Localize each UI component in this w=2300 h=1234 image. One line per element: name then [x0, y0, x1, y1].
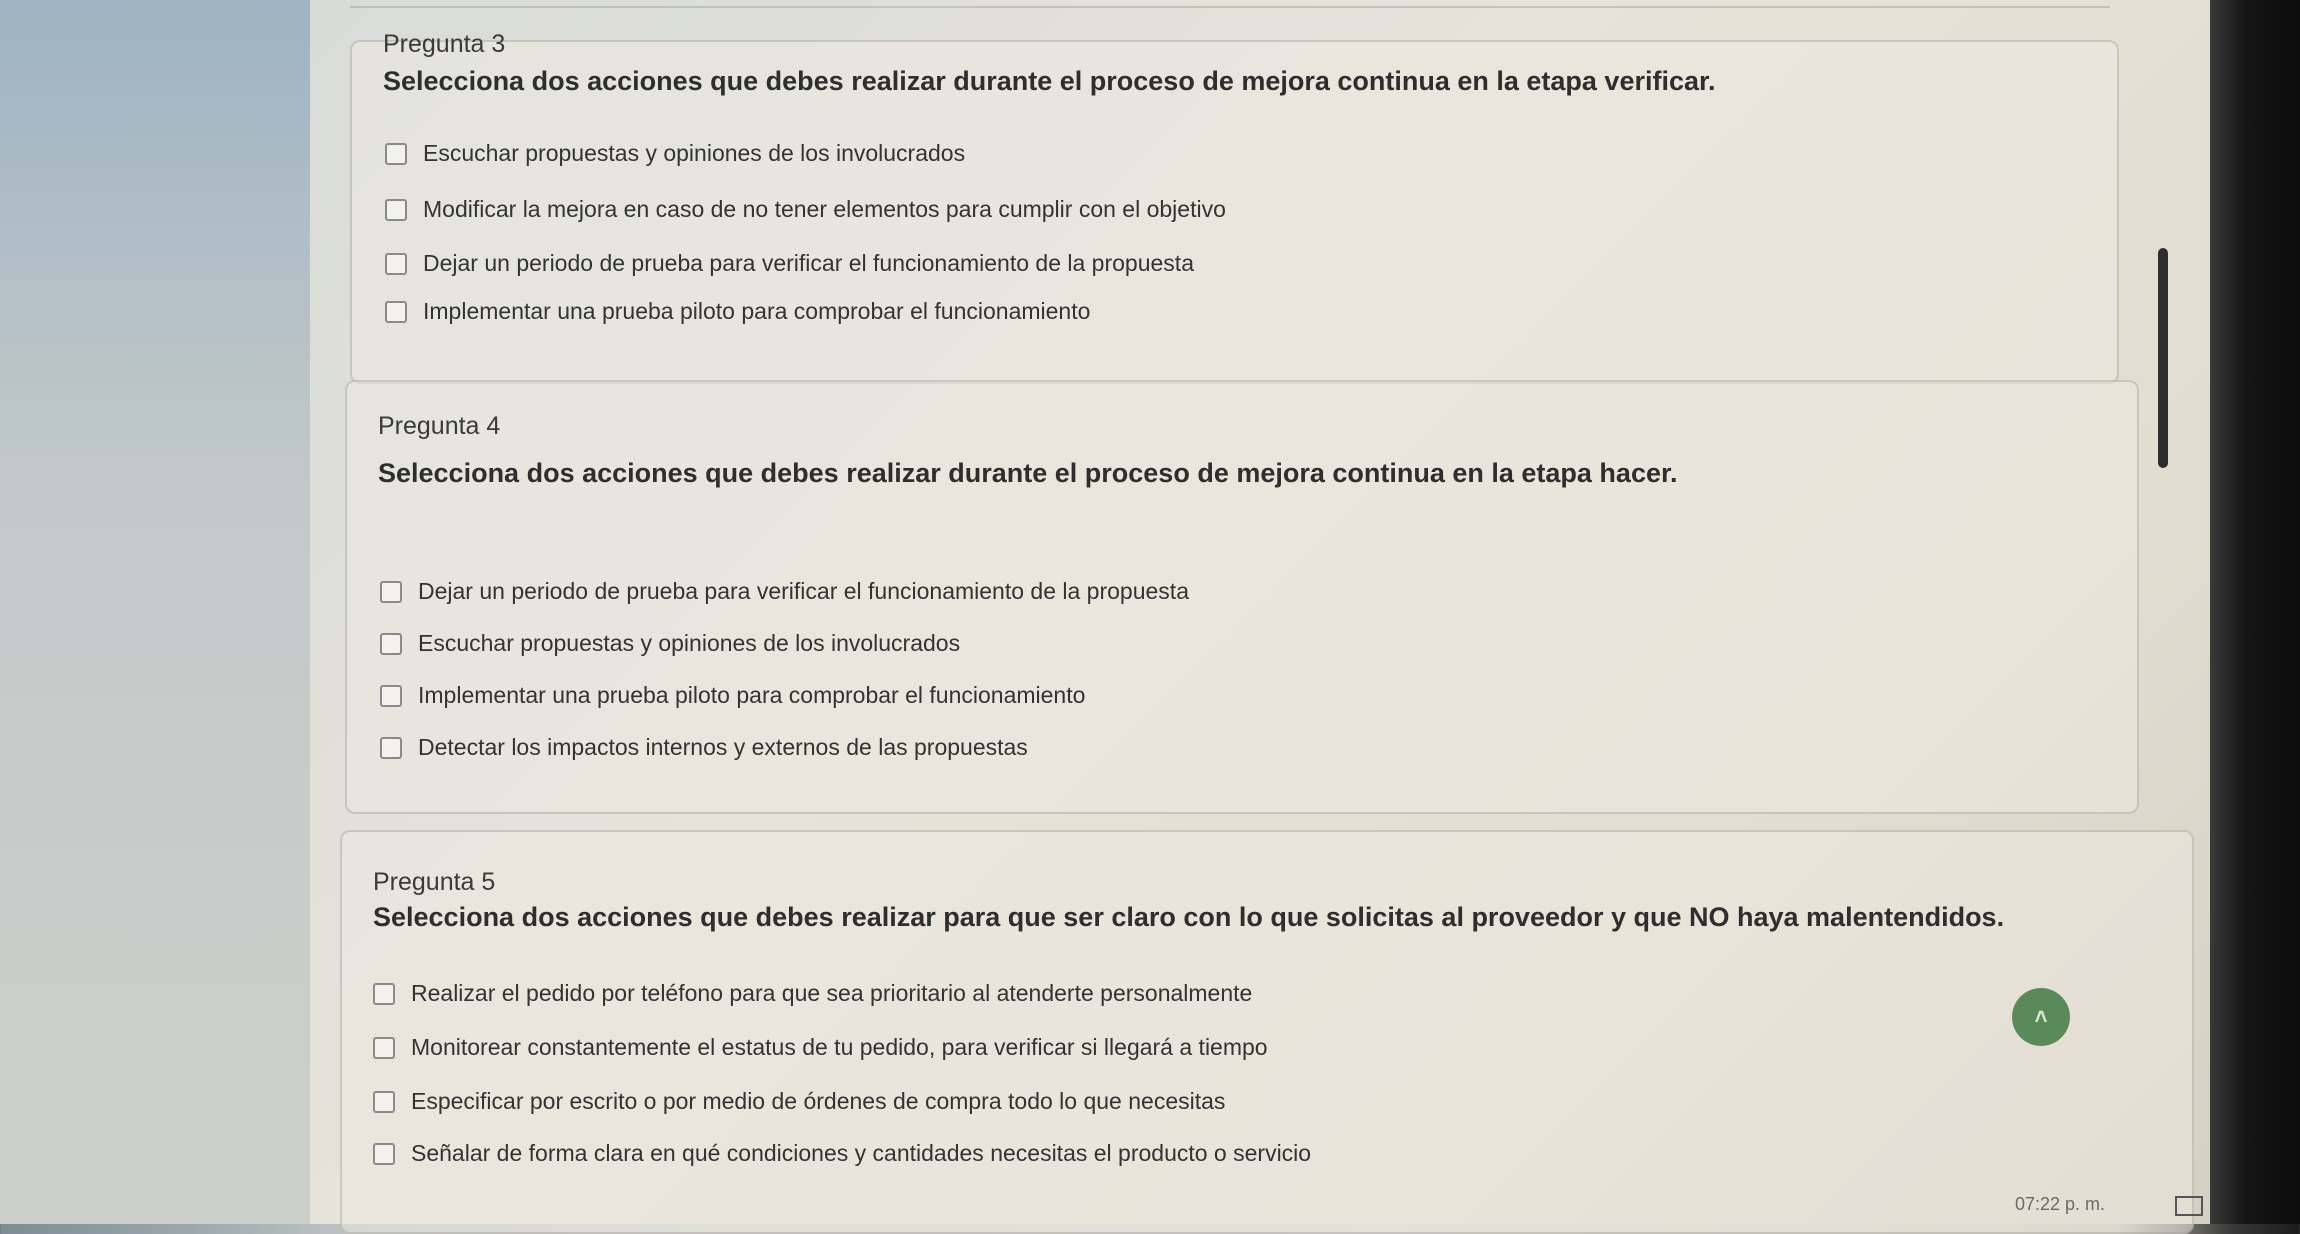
option-label: Señalar de forma clara en qué condicione… — [411, 1140, 1312, 1166]
scrollbar-thumb[interactable] — [2158, 248, 2168, 468]
question-number: Pregunta 5 — [373, 868, 496, 896]
checkbox[interactable] — [385, 198, 407, 221]
checkbox[interactable] — [380, 632, 402, 655]
question-prompt: Selecciona dos acciones que debes realiz… — [373, 902, 2005, 932]
scroll-to-top-button[interactable]: ˄ — [2012, 988, 2070, 1046]
taskbar-clock: 07:22 p. m. — [2015, 1194, 2106, 1214]
option[interactable]: Señalar de forma clara en qué condicione… — [373, 1140, 1311, 1167]
option[interactable]: Monitorear constantemente el estatus de … — [373, 1034, 1268, 1061]
checkbox[interactable] — [373, 1036, 395, 1059]
option[interactable]: Modificar la mejora en caso de no tener … — [385, 196, 1226, 223]
checkbox[interactable] — [380, 684, 402, 707]
checkbox[interactable] — [380, 580, 402, 603]
option-label: Dejar un periodo de prueba para verifica… — [418, 578, 1189, 604]
divider — [350, 6, 2110, 8]
question-prompt: Selecciona dos acciones que debes realiz… — [378, 458, 1678, 488]
question-number: Pregunta 4 — [378, 412, 501, 440]
option[interactable]: Escuchar propuestas y opiniones de los i… — [380, 630, 960, 657]
checkbox[interactable] — [373, 1142, 395, 1165]
option[interactable]: Escuchar propuestas y opiniones de los i… — [385, 140, 965, 167]
monitor-bezel — [2210, 0, 2300, 1224]
question-prompt: Selecciona dos acciones que debes realiz… — [383, 66, 1716, 96]
option[interactable]: Realizar el pedido por teléfono para que… — [373, 980, 1252, 1007]
option-label: Realizar el pedido por teléfono para que… — [411, 980, 1253, 1006]
notification-icon[interactable] — [2175, 1196, 2203, 1216]
checkbox[interactable] — [385, 252, 407, 275]
option-label: Escuchar propuestas y opiniones de los i… — [423, 140, 966, 166]
option-label: Implementar una prueba piloto para compr… — [423, 298, 1091, 324]
option-label: Dejar un periodo de prueba para verifica… — [423, 250, 1194, 276]
question-card-5 — [340, 830, 2194, 1234]
option-label: Detectar los impactos internos y externo… — [418, 734, 1028, 760]
option[interactable]: Detectar los impactos internos y externo… — [380, 734, 1028, 761]
background-left — [0, 0, 320, 1224]
option-label: Especificar por escrito o por medio de ó… — [411, 1088, 1226, 1114]
checkbox[interactable] — [373, 982, 395, 1005]
option-label: Escuchar propuestas y opiniones de los i… — [418, 630, 961, 656]
option-label: Modificar la mejora en caso de no tener … — [423, 196, 1226, 222]
checkbox[interactable] — [373, 1090, 395, 1113]
option[interactable]: Implementar una prueba piloto para compr… — [380, 682, 1085, 709]
option[interactable]: Dejar un periodo de prueba para verifica… — [380, 578, 1189, 605]
chevron-up-icon: ˄ — [2034, 1004, 2048, 1029]
option-label: Monitorear constantemente el estatus de … — [411, 1034, 1268, 1060]
option[interactable]: Dejar un periodo de prueba para verifica… — [385, 250, 1194, 277]
option[interactable]: Implementar una prueba piloto para compr… — [385, 298, 1090, 325]
option-label: Implementar una prueba piloto para compr… — [418, 682, 1086, 708]
checkbox[interactable] — [385, 142, 407, 165]
option[interactable]: Especificar por escrito o por medio de ó… — [373, 1088, 1225, 1115]
checkbox[interactable] — [385, 300, 407, 323]
question-number: Pregunta 3 — [383, 30, 506, 58]
checkbox[interactable] — [380, 736, 402, 759]
